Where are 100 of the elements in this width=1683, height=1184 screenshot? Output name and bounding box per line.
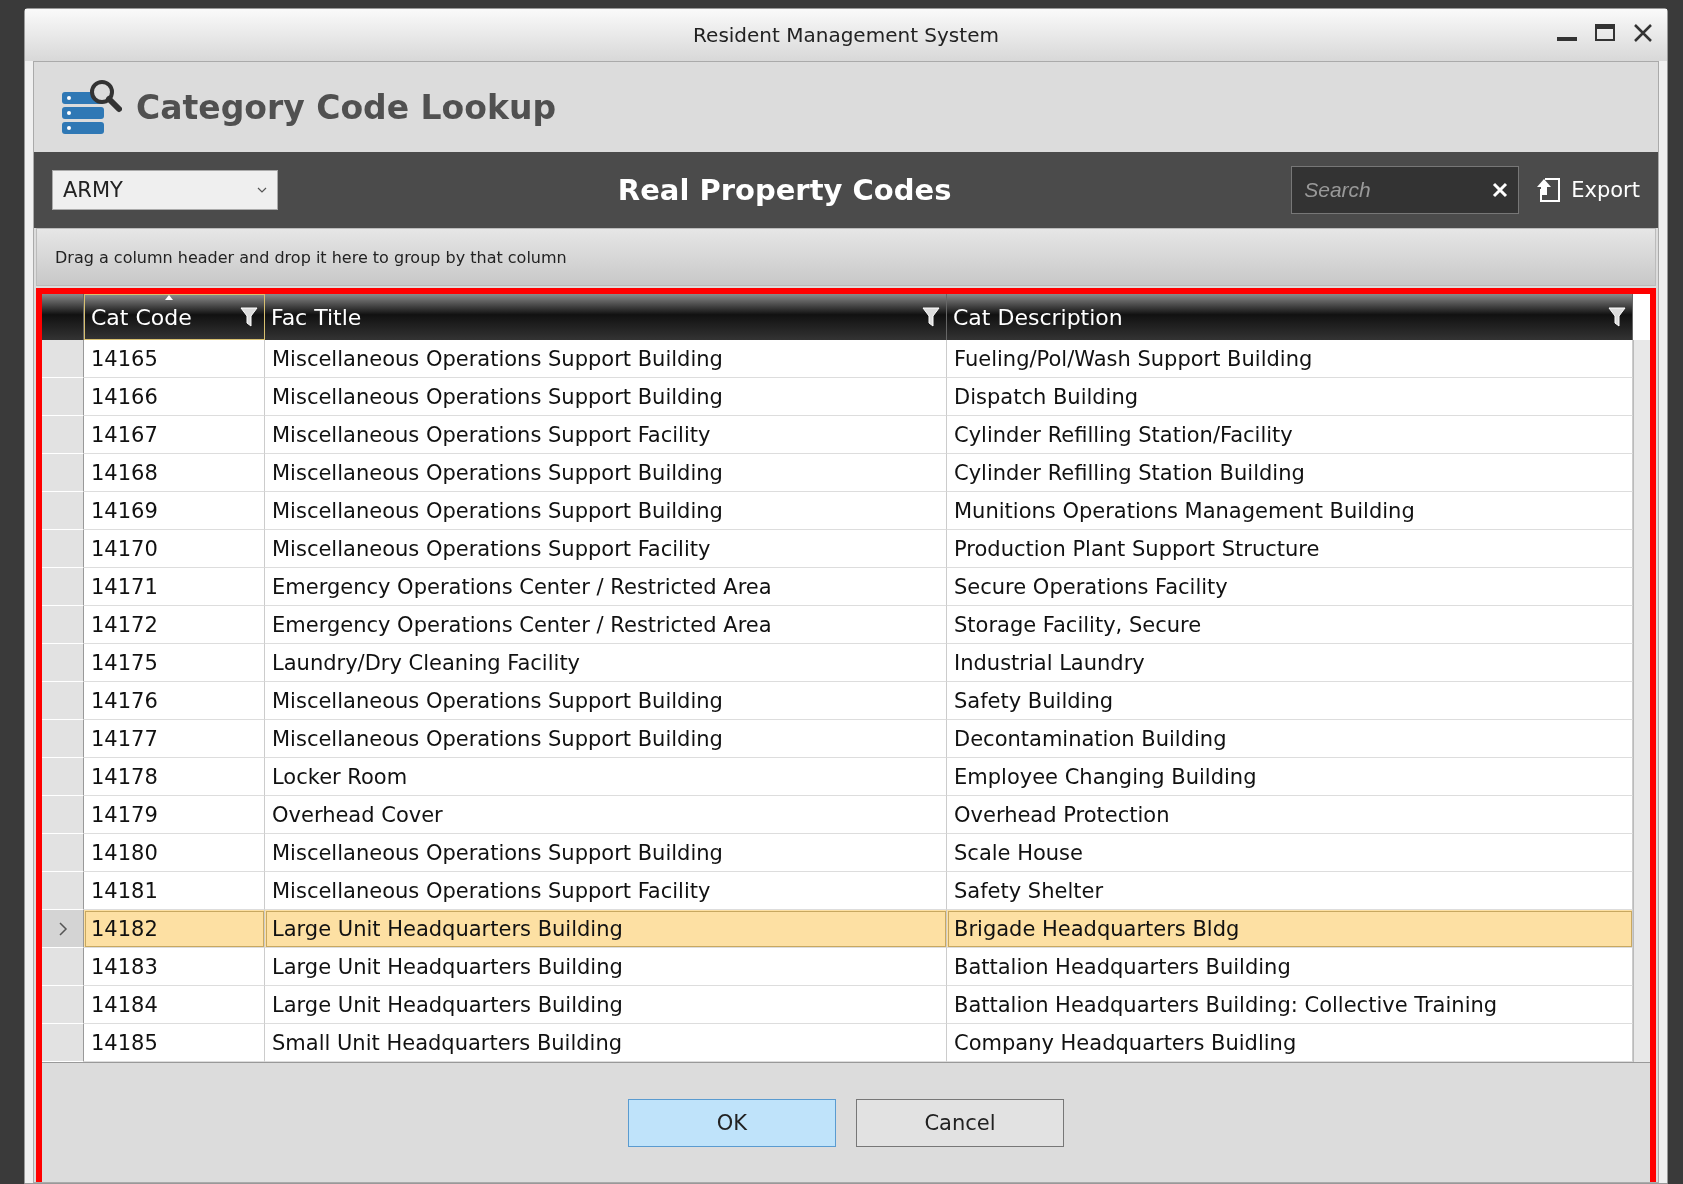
column-header[interactable]: Cat Description: [947, 294, 1633, 340]
window-title: Resident Management System: [693, 23, 999, 47]
table-cell: Miscellaneous Operations Support Facility: [265, 872, 947, 910]
table-cell: Cylinder Refilling Station Building: [947, 454, 1633, 492]
table-cell: 14172: [84, 606, 265, 644]
filter-icon[interactable]: [922, 307, 940, 327]
table-cell: Company Headquarters Buidling: [947, 1024, 1633, 1062]
table-cell: Large Unit Headquarters Building: [265, 986, 947, 1024]
branch-dropdown[interactable]: ARMY: [52, 170, 278, 210]
table-cell: Miscellaneous Operations Support Building: [265, 492, 947, 530]
row-indicator[interactable]: [42, 758, 84, 796]
filter-icon[interactable]: [240, 307, 258, 327]
table-cell: 14175: [84, 644, 265, 682]
table-cell: Small Unit Headquarters Building: [265, 1024, 947, 1062]
table-cell: Battalion Headquarters Building: Collective Training: [947, 986, 1633, 1024]
table-cell: Industrial Laundry: [947, 644, 1633, 682]
search-input[interactable]: Search: [1302, 177, 1493, 203]
table-cell: 14179: [84, 796, 265, 834]
row-indicator[interactable]: [42, 986, 84, 1024]
table-cell: Miscellaneous Operations Support Building: [265, 454, 947, 492]
row-indicator[interactable]: [42, 492, 84, 530]
row-indicator[interactable]: [42, 378, 84, 416]
maximize-icon[interactable]: [1595, 23, 1615, 43]
table-cell: Battalion Headquarters Building: [947, 948, 1633, 986]
row-indicator[interactable]: [42, 796, 84, 834]
group-hint: Drag a column header and drop it here to group by that column: [55, 247, 567, 267]
table-cell: Secure Operations Facility: [947, 568, 1633, 606]
table-cell: Laundry/Dry Cleaning Facility: [265, 644, 947, 682]
table-cell: Miscellaneous Operations Support Facility: [265, 530, 947, 568]
row-indicator[interactable]: [42, 454, 84, 492]
clear-icon[interactable]: [1492, 182, 1509, 198]
table-cell: Fueling/Pol/Wash Support Building: [947, 340, 1633, 378]
row-indicator[interactable]: [42, 682, 84, 720]
cancel-button[interactable]: Cancel: [856, 1098, 1064, 1147]
table-cell: Large Unit Headquarters Building: [265, 910, 947, 948]
table-cell: Storage Facility, Secure: [947, 606, 1633, 644]
table-cell: Miscellaneous Operations Support Building: [265, 378, 947, 416]
chevron-icon: [257, 187, 267, 193]
row-indicator[interactable]: [42, 872, 84, 910]
column-header[interactable]: Cat Code: [84, 294, 265, 340]
row-indicator[interactable]: [42, 416, 84, 454]
table-cell: Brigade Headquarters Bldg: [947, 910, 1633, 948]
table-cell: Large Unit Headquarters Building: [265, 948, 947, 986]
header-corner: [42, 294, 84, 340]
row-indicator[interactable]: [42, 530, 84, 568]
table-cell: 14184: [84, 986, 265, 1024]
table-cell: 14170: [84, 530, 265, 568]
table-cell: Miscellaneous Operations Support Building: [265, 340, 947, 378]
table-cell: Employee Changing Building: [947, 758, 1633, 796]
table-cell: 14180: [84, 834, 265, 872]
grid-title: Real Property Codes: [616, 173, 953, 207]
table-cell: 14183: [84, 948, 265, 986]
row-indicator[interactable]: [42, 948, 84, 986]
row-indicator[interactable]: [42, 834, 84, 872]
table-cell: Overhead Protection: [947, 796, 1633, 834]
column-header[interactable]: Fac Title: [265, 294, 947, 340]
table-cell: 14165: [84, 340, 265, 378]
row-indicator[interactable]: [42, 720, 84, 758]
table-cell: Miscellaneous Operations Support Building: [265, 682, 947, 720]
table-cell: Safety Shelter: [947, 872, 1633, 910]
row-indicator[interactable]: [42, 568, 84, 606]
filter-icon[interactable]: [1608, 307, 1626, 327]
sort-icon: [165, 295, 173, 300]
row-indicator[interactable]: [42, 910, 84, 948]
table-cell: Scale House: [947, 834, 1633, 872]
row-indicator[interactable]: [42, 340, 84, 378]
row-indicator[interactable]: [42, 1024, 84, 1062]
table-cell: Miscellaneous Operations Support Building: [265, 720, 947, 758]
table-cell: 14166: [84, 378, 265, 416]
table-cell: Miscellaneous Operations Support Building: [265, 834, 947, 872]
row-indicator[interactable]: [42, 644, 84, 682]
database-search-icon: [60, 78, 122, 136]
page-title: Category Code Lookup: [136, 87, 557, 127]
table-cell: 14171: [84, 568, 265, 606]
table-cell: 14176: [84, 682, 265, 720]
table-cell: 14182: [84, 910, 265, 948]
export-button[interactable]: Export: [1535, 175, 1640, 205]
close-icon[interactable]: [1633, 23, 1653, 43]
table-cell: Munitions Operations Management Building: [947, 492, 1633, 530]
table-cell: Overhead Cover: [265, 796, 947, 834]
table-cell: 14167: [84, 416, 265, 454]
table-cell: 14168: [84, 454, 265, 492]
table-cell: Production Plant Support Structure: [947, 530, 1633, 568]
table-cell: Locker Room: [265, 758, 947, 796]
table-cell: Emergency Operations Center / Restricted Area: [265, 606, 947, 644]
table-cell: Cylinder Refilling Station/Facility: [947, 416, 1633, 454]
vertical-scrollbar[interactable]: [1633, 340, 1650, 1062]
table-cell: Dispatch Building: [947, 378, 1633, 416]
ok-button[interactable]: OK: [628, 1098, 836, 1147]
search-field[interactable]: Search: [1291, 166, 1520, 214]
table-cell: 14177: [84, 720, 265, 758]
table-cell: Safety Building: [947, 682, 1633, 720]
row-indicator[interactable]: [42, 606, 84, 644]
table-cell: Emergency Operations Center / Restricted Area: [265, 568, 947, 606]
current-row-icon: [57, 921, 68, 936]
table-cell: Decontamination Building: [947, 720, 1633, 758]
table-cell: Miscellaneous Operations Support Facility: [265, 416, 947, 454]
table-cell: 14169: [84, 492, 265, 530]
table-cell: 14181: [84, 872, 265, 910]
table-cell: 14178: [84, 758, 265, 796]
